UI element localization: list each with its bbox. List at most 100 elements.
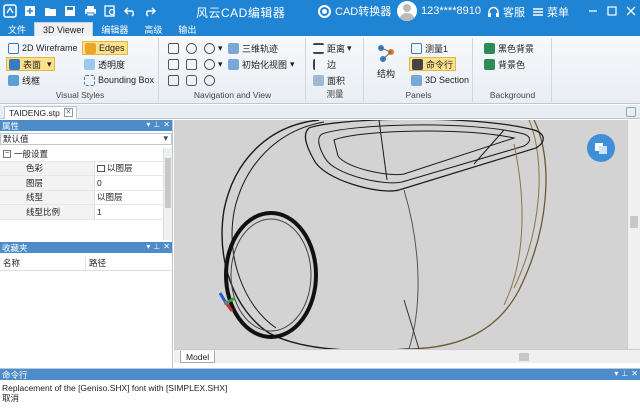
background-color-button[interactable]: 背景色 [482,57,527,71]
chevron-down-icon: ▾ [47,58,52,69]
hand-icon[interactable] [184,73,202,87]
lineframe-button[interactable]: 线框 [6,73,42,87]
zoom-in-dropdown[interactable]: ▾ [202,41,225,55]
structure-icon [378,45,394,62]
column-header-name[interactable]: 名称 [0,257,86,270]
property-row[interactable]: 图层 0 [0,176,172,191]
close-icon[interactable]: ✕ [631,369,638,378]
tab-editor[interactable]: 编辑器 [93,22,136,36]
model-tab[interactable]: Model [180,351,216,363]
edge-icon [313,58,324,70]
tab-list-dropdown[interactable] [626,107,636,117]
command-output-line: 取消 [2,393,20,403]
undo-icon[interactable] [120,0,140,22]
panel-dropdown-icon[interactable]: ▾ [146,242,150,251]
rotate-icon[interactable] [184,41,202,55]
pin-icon[interactable]: ⊥ [153,120,160,129]
open-folder-icon[interactable] [40,0,60,22]
save-icon[interactable] [60,0,80,22]
pin-icon[interactable]: ⊥ [153,242,160,251]
customer-service-button[interactable]: 客服 [487,4,525,20]
redo-icon[interactable] [140,0,160,22]
zoom-out-dropdown[interactable]: ▾ [202,57,225,71]
main-menu-button[interactable]: 菜单 [532,4,569,20]
2d-wireframe-button[interactable]: 2D Wireframe [6,41,80,55]
property-row[interactable]: 色彩 以图层 [0,161,172,176]
properties-scrollbar[interactable] [163,148,172,240]
lineframe-icon [8,74,19,86]
fit-window-icon[interactable] [184,57,202,71]
transparency-icon [84,58,95,70]
properties-panel: 属性 ▾⊥✕ 默认值 −一般设置 色彩 以图层 图层 0 线型 以图层 线型比例… [0,120,173,242]
print-icon[interactable] [80,0,100,22]
pan-icon[interactable] [166,41,184,55]
zoom-out-icon [204,58,215,70]
rotate-view-icon[interactable] [202,73,220,87]
tab-file[interactable]: 文件 [0,22,34,36]
structure-label: 结构 [376,69,395,79]
edges-button[interactable]: Edges [82,41,128,55]
edge-button[interactable]: 边 [311,57,338,71]
view-cube-icon [228,58,239,70]
structure-button[interactable]: 结构 [366,42,406,80]
command-line-button[interactable]: 命令行 [409,57,457,71]
collapse-icon[interactable]: − [3,149,11,158]
general-settings-group[interactable]: − 一般设置 [0,147,172,162]
section-icon [411,74,422,86]
menu-icon [533,8,543,16]
measure-group: 距离 ▾ 边 面积 测量 [307,38,364,102]
user-account[interactable]: 123****8910 [397,1,481,21]
select-icon[interactable] [166,73,184,87]
black-background-button[interactable]: 黑色背景 [482,41,536,55]
new-file-icon[interactable] [20,0,40,22]
ribbon: 2D Wireframe Edges 表面 ▾ 透明度 线框 Bounding … [0,36,640,104]
avatar [397,1,417,21]
property-key: 色彩 [0,161,95,175]
measure1-button[interactable]: 测量1 [409,41,450,55]
close-button[interactable] [621,0,640,22]
minimize-button[interactable] [583,0,602,22]
tab-output[interactable]: 输出 [170,22,204,36]
black-background-label: 黑色背景 [498,43,535,54]
tab-3d-viewer[interactable]: 3D Viewer [34,22,94,36]
area-button[interactable]: 面积 [311,73,347,87]
viewport-horizontal-scrollbar[interactable] [519,353,529,361]
transparency-button[interactable]: 透明度 [82,57,127,71]
panel-dropdown-icon[interactable]: ▾ [146,120,150,129]
properties-combo[interactable]: 默认值 [0,133,172,145]
property-value: 以图层 [97,192,123,203]
wireframe-icon [8,42,19,54]
document-tab[interactable]: TAIDENG.stp ✕ [4,106,77,119]
zoom-extents-icon[interactable] [166,57,184,71]
pin-icon[interactable]: ⊥ [621,369,628,378]
property-row[interactable]: 线型比例 1 [0,205,172,220]
translate-icon[interactable] [587,134,615,162]
background-color-icon [484,58,495,70]
close-tab-icon[interactable]: ✕ [63,108,73,117]
3d-orbit-button[interactable]: 三维轨迹 [226,41,280,55]
close-icon[interactable]: ✕ [163,120,170,129]
init-view-dropdown[interactable]: 初始化视图 ▾ [226,57,297,71]
distance-button[interactable]: 距离 ▾ [311,41,354,55]
edge-label: 边 [327,59,337,70]
quick-access-toolbar [0,0,160,22]
viewport-vertical-scrollbar[interactable] [627,120,640,349]
ruler-icon [411,42,422,54]
cad-converter-button[interactable]: CAD转换器 [318,3,391,19]
area-icon [313,74,324,86]
3d-section-button[interactable]: 3D Section [409,73,471,87]
close-icon[interactable]: ✕ [163,242,170,251]
maximize-button[interactable] [602,0,621,22]
zoom-in-icon [204,42,215,54]
property-row[interactable]: 线型 以图层 [0,190,172,205]
column-header-path[interactable]: 路径 [86,257,172,270]
surface-dropdown[interactable]: 表面 ▾ [6,57,55,71]
bounding-box-button[interactable]: Bounding Box [82,73,156,87]
3d-viewport[interactable] [174,120,627,349]
panel-dropdown-icon[interactable]: ▾ [614,369,618,378]
favorites-title: 收藏夹 [2,242,28,253]
properties-header: 属性 ▾ ⊥ ✕ [0,120,172,131]
tab-advanced[interactable]: 高级 [136,22,170,36]
orbit-icon [228,42,239,54]
print-preview-icon[interactable] [100,0,120,22]
